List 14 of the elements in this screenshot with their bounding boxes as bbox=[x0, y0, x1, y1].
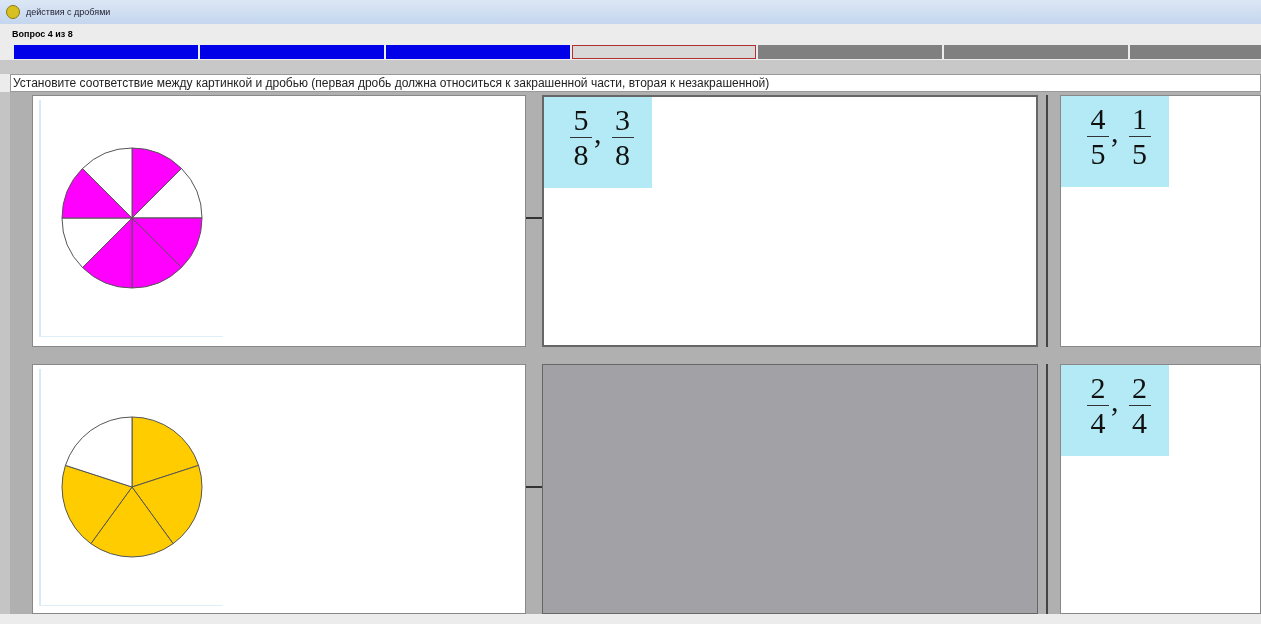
fraction: 2 4 bbox=[1087, 373, 1109, 438]
empty-drop-slot[interactable] bbox=[542, 364, 1038, 614]
fraction: 1 5 bbox=[1128, 104, 1151, 169]
app-icon bbox=[6, 5, 20, 19]
comma: , bbox=[594, 118, 602, 148]
instruction-text: Установите соответствие между картинкой и дробью (первая дробь должна относиться к закрашенной части, вторая к незакрашенной) bbox=[10, 74, 1261, 92]
window-title: действия с дробями bbox=[26, 7, 111, 17]
fraction: 5 8 bbox=[570, 105, 592, 170]
fraction: 4 5 bbox=[1087, 104, 1109, 169]
fraction: 3 8 bbox=[611, 105, 634, 170]
question-label: Вопрос 4 из 8 bbox=[11, 28, 74, 41]
fraction: 2 4 bbox=[1128, 373, 1151, 438]
comma: , bbox=[1111, 386, 1119, 416]
comma: , bbox=[1111, 117, 1119, 147]
